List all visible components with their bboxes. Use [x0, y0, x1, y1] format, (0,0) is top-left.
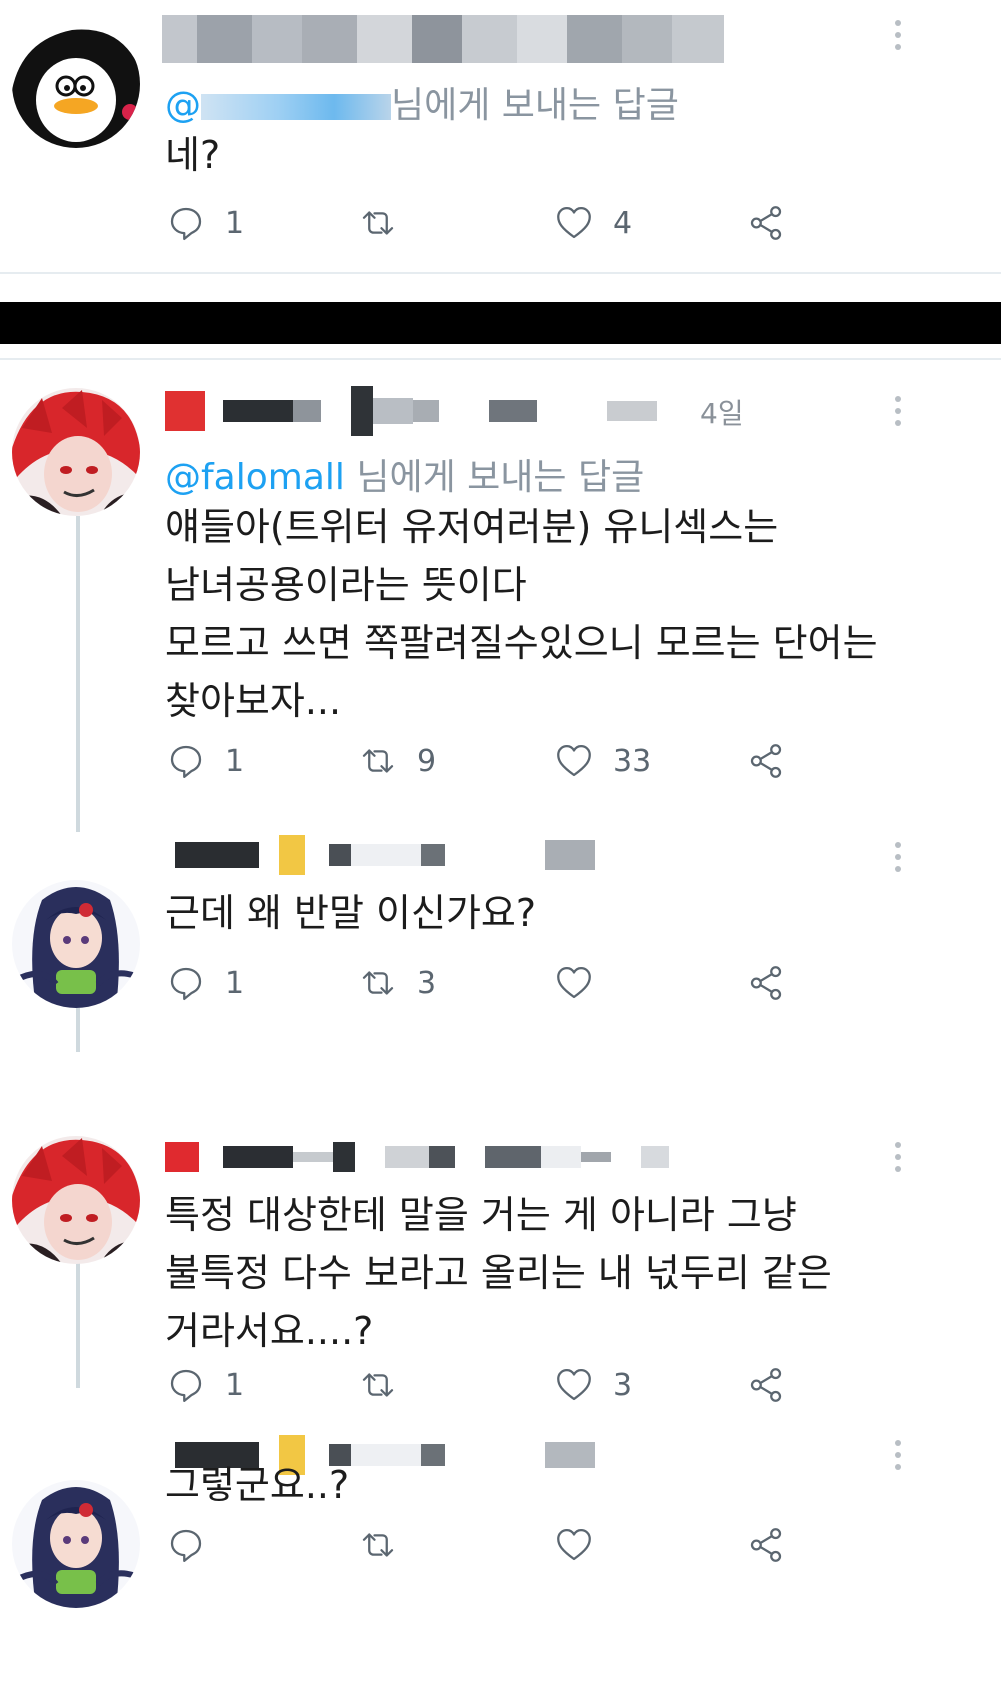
reply-button[interactable] — [165, 1520, 225, 1570]
share-button[interactable] — [745, 1360, 787, 1410]
reply-to-line: @falomall 님에게 보내는 답글 — [165, 448, 644, 500]
more-options-icon[interactable] — [893, 1440, 903, 1476]
redacted-handle — [201, 94, 391, 120]
username-redacted — [162, 15, 724, 63]
heart-icon — [553, 1524, 595, 1566]
share-button[interactable] — [745, 958, 787, 1008]
retweet-button[interactable]: 9 — [357, 736, 436, 786]
tweet-1[interactable]: @ 님에게 보내는 답글 네? 1 4 — [0, 0, 1001, 272]
username-redacted — [165, 1140, 669, 1174]
tweet-actions — [165, 1520, 865, 1570]
tweet-text: 그렇군요..? — [165, 1463, 350, 1507]
reply-to-suffix: 님에게 보내는 답글 — [391, 85, 679, 126]
avatar-red-hair[interactable] — [12, 1136, 140, 1264]
share-icon — [745, 202, 787, 244]
avatar-penguin[interactable] — [12, 20, 140, 148]
redaction-bar — [0, 302, 1001, 344]
like-count: 4 — [613, 205, 633, 241]
tweet-actions: 1 9 33 — [165, 736, 865, 786]
tweet-time: 4일 — [700, 397, 744, 430]
retweet-button[interactable] — [357, 1520, 417, 1570]
like-count: 3 — [613, 1367, 633, 1403]
share-button[interactable] — [745, 198, 787, 248]
retweet-count: 3 — [417, 965, 437, 1001]
reply-count: 1 — [225, 743, 245, 779]
retweet-button[interactable] — [357, 198, 417, 248]
retweet-icon — [357, 202, 399, 244]
share-icon — [745, 740, 787, 782]
retweet-icon — [357, 1364, 399, 1406]
like-button[interactable]: 3 — [553, 1360, 632, 1410]
heart-icon — [553, 1364, 595, 1406]
anime-girl-avatar-image — [12, 880, 140, 1008]
heart-icon — [553, 740, 595, 782]
reply-button[interactable]: 1 — [165, 736, 244, 786]
reply-count: 1 — [225, 1367, 245, 1403]
anime-girl-avatar-image — [12, 1480, 140, 1608]
avatar-red-hair[interactable] — [12, 388, 140, 516]
share-button[interactable] — [745, 736, 787, 786]
reply-button[interactable]: 1 — [165, 958, 244, 1008]
retweet-icon — [357, 1524, 399, 1566]
tweet-actions: 1 3 — [165, 958, 865, 1008]
reply-to-handle[interactable]: @falomall — [165, 457, 345, 498]
avatar-anime-girl[interactable] — [12, 1480, 140, 1608]
reply-button[interactable]: 1 — [165, 198, 244, 248]
share-icon — [745, 1524, 787, 1566]
reply-to-handle[interactable]: @ — [165, 85, 201, 126]
divider — [0, 272, 1001, 274]
tweet-text: 특정 대상한테 말을 거는 게 아니라 그냥 불특정 다수 보라고 올리는 내 … — [165, 1193, 832, 1353]
tweet-actions: 1 4 — [165, 198, 865, 248]
like-button[interactable] — [553, 1520, 613, 1570]
like-count: 33 — [613, 743, 652, 779]
divider — [0, 358, 1001, 360]
tweet-text: 근데 왜 반말 이신가요? — [165, 891, 537, 935]
reply-button[interactable]: 1 — [165, 1360, 244, 1410]
retweet-button[interactable]: 3 — [357, 958, 436, 1008]
tweet-text: 얘들아(트위터 유저여러분) 유니섹스는 남녀공용이라는 뜻이다 모르고 쓰면 … — [165, 505, 878, 723]
share-icon — [745, 1364, 787, 1406]
reply-to-suffix: 님에게 보내는 답글 — [344, 457, 645, 498]
reply-icon — [165, 202, 207, 244]
tweet-text: 네? — [165, 133, 221, 177]
reply-icon — [165, 1524, 207, 1566]
retweet-button[interactable] — [357, 1360, 417, 1410]
like-button[interactable] — [553, 958, 613, 1008]
username-redacted — [165, 386, 657, 436]
penguin-avatar-image — [12, 20, 140, 148]
red-hair-avatar-image — [12, 1136, 140, 1264]
like-button[interactable]: 33 — [553, 736, 651, 786]
username-redacted — [165, 835, 595, 875]
reply-count: 1 — [225, 965, 245, 1001]
reply-icon — [165, 740, 207, 782]
red-hair-avatar-image — [12, 388, 140, 516]
share-icon — [745, 962, 787, 1004]
tweet-5[interactable]: 그렇군요..? — [0, 1435, 1001, 1682]
tweet-actions: 1 3 — [165, 1360, 865, 1410]
reply-to-line: @ 님에게 보내는 답글 — [165, 76, 679, 128]
like-button[interactable]: 4 — [553, 198, 632, 248]
tweet-2[interactable]: 4일 @falomall 님에게 보내는 답글 얘들아(트위터 유저여러분) 유… — [0, 380, 1001, 820]
reply-icon — [165, 962, 207, 1004]
tweet-4[interactable]: 특정 대상한테 말을 거는 게 아니라 그냥 불특정 다수 보라고 올리는 내 … — [0, 1130, 1001, 1430]
retweet-icon — [357, 740, 399, 782]
more-options-icon[interactable] — [893, 842, 903, 878]
more-options-icon[interactable] — [893, 20, 903, 56]
retweet-icon — [357, 962, 399, 1004]
share-button[interactable] — [745, 1520, 787, 1570]
more-options-icon[interactable] — [893, 1142, 903, 1178]
more-options-icon[interactable] — [893, 396, 903, 432]
heart-icon — [553, 962, 595, 1004]
avatar-anime-girl[interactable] — [12, 880, 140, 1008]
reply-icon — [165, 1364, 207, 1406]
tweet-3[interactable]: 근데 왜 반말 이신가요? 1 3 — [0, 835, 1001, 1060]
reply-count: 1 — [225, 205, 245, 241]
heart-icon — [553, 202, 595, 244]
retweet-count: 9 — [417, 743, 437, 779]
